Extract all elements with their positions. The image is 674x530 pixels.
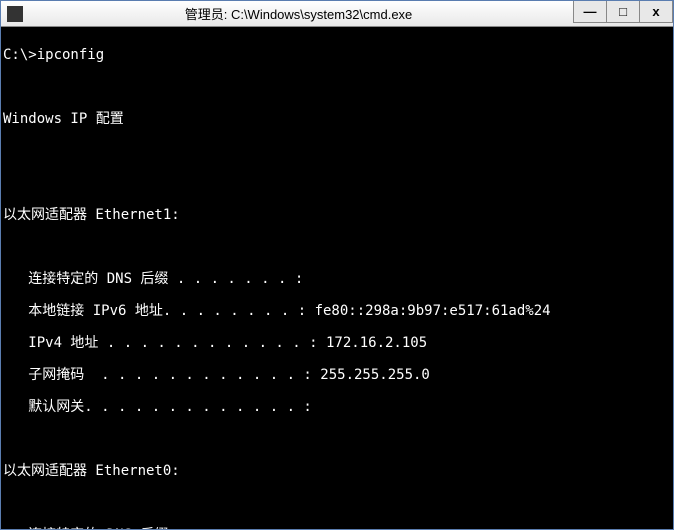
ipconfig-header: Windows IP 配置 xyxy=(3,111,671,127)
adapter-title: 以太网适配器 Ethernet0: xyxy=(3,463,671,479)
prompt-line: C:\>ipconfig xyxy=(3,47,671,63)
terminal-output[interactable]: C:\>ipconfig Windows IP 配置 以太网适配器 Ethern… xyxy=(1,27,673,529)
dns-suffix-line: 连接特定的 DNS 后缀 . . . . . . . : xyxy=(3,271,671,287)
ipv4-line: IPv4 地址 . . . . . . . . . . . . : 172.16… xyxy=(3,335,671,351)
blank-line xyxy=(3,431,671,447)
blank-line xyxy=(3,79,671,95)
cmd-window: 管理员: C:\Windows\system32\cmd.exe — □ x C… xyxy=(0,0,674,530)
window-controls: — □ x xyxy=(574,1,673,26)
close-button[interactable]: x xyxy=(639,1,673,23)
maximize-button[interactable]: □ xyxy=(606,1,640,23)
blank-line xyxy=(3,175,671,191)
subnet-line: 子网掩码 . . . . . . . . . . . . : 255.255.2… xyxy=(3,367,671,383)
dns-suffix-line: 连接特定的 DNS 后缀 . . . . . . . : xyxy=(3,527,671,529)
ipv6-line: 本地链接 IPv6 地址. . . . . . . . : fe80::298a… xyxy=(3,303,671,319)
minimize-button[interactable]: — xyxy=(573,1,607,23)
blank-line xyxy=(3,143,671,159)
titlebar[interactable]: 管理员: C:\Windows\system32\cmd.exe — □ x xyxy=(1,1,673,27)
blank-line xyxy=(3,239,671,255)
gateway-line: 默认网关. . . . . . . . . . . . . : xyxy=(3,399,671,415)
window-title: 管理员: C:\Windows\system32\cmd.exe xyxy=(23,4,574,23)
blank-line xyxy=(3,495,671,511)
cmd-icon xyxy=(7,6,23,22)
adapter-title: 以太网适配器 Ethernet1: xyxy=(3,207,671,223)
